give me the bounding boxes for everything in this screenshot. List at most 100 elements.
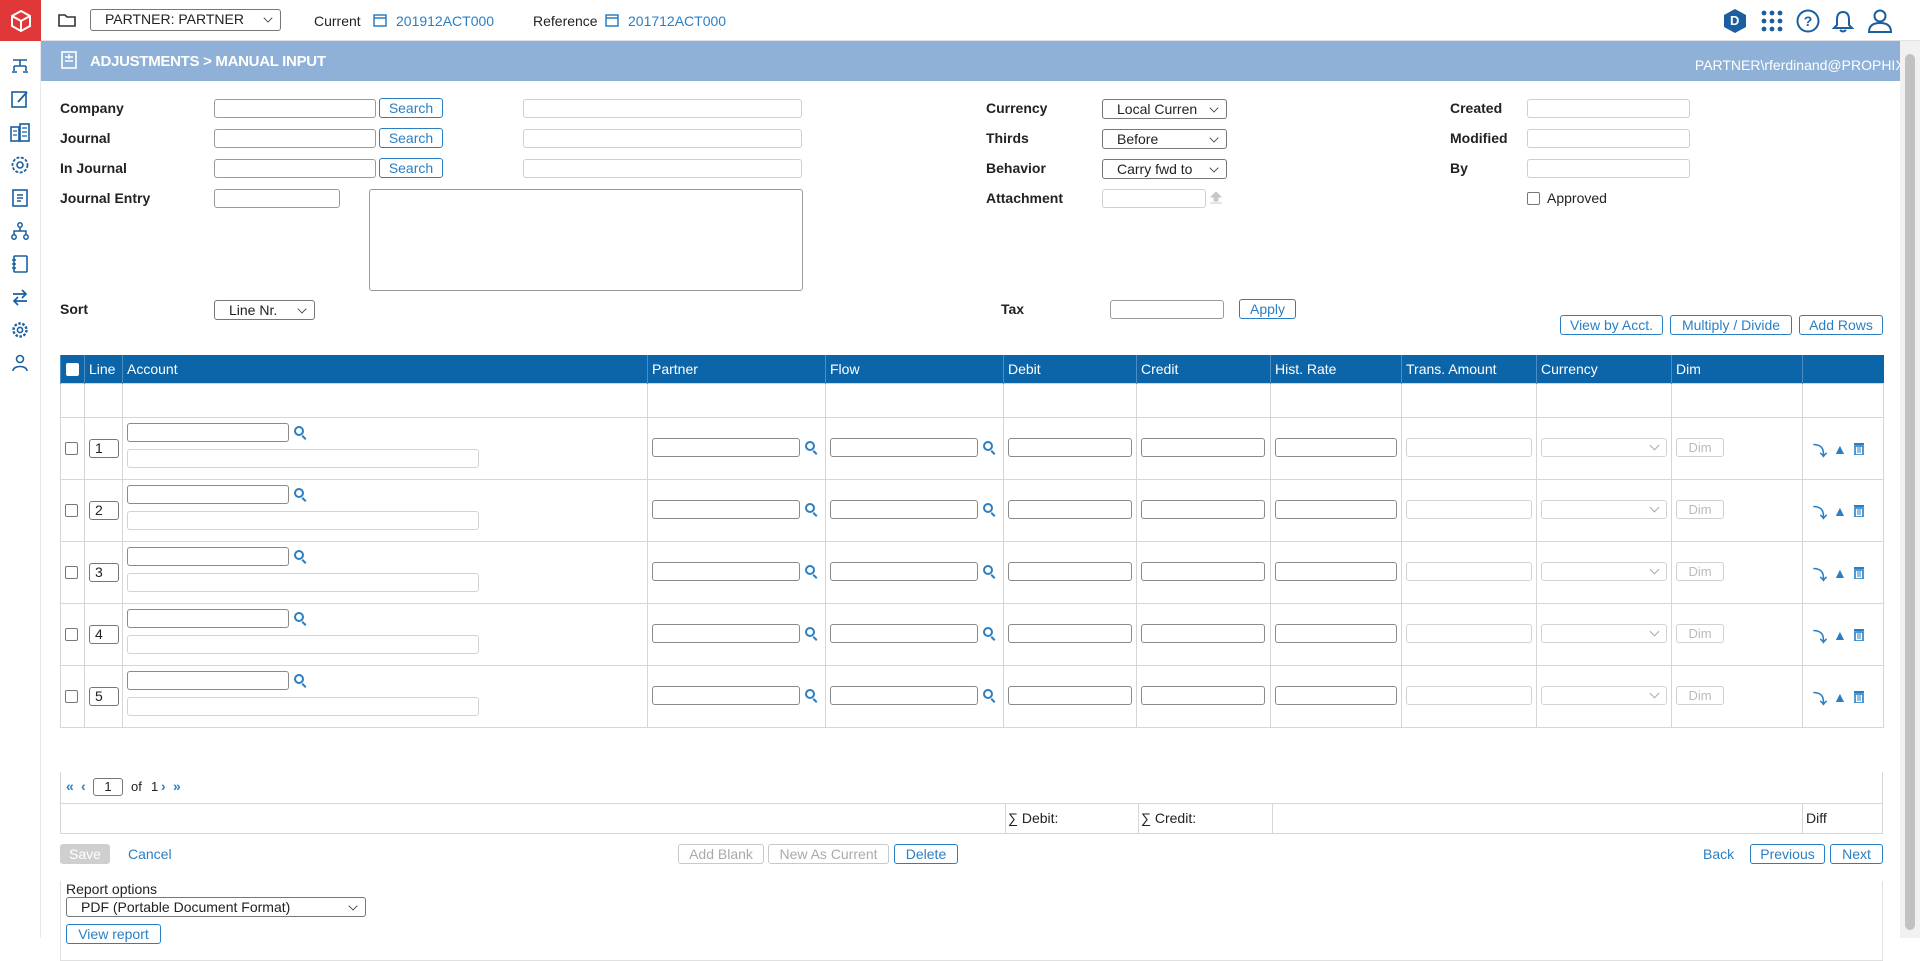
line-number-input[interactable]: 5: [89, 686, 119, 706]
credit-input[interactable]: [1141, 623, 1265, 643]
trash-icon[interactable]: [1853, 627, 1865, 647]
journal-entry-textarea[interactable]: [369, 189, 803, 291]
trans-amount-input[interactable]: [1406, 561, 1532, 581]
debit-input[interactable]: [1008, 685, 1132, 705]
org-chart-icon[interactable]: [9, 220, 31, 242]
buildings-icon[interactable]: [9, 121, 31, 143]
user-settings-icon[interactable]: [9, 352, 31, 374]
line-number-input[interactable]: 3: [89, 562, 119, 582]
in-journal-input[interactable]: [214, 159, 376, 178]
trash-icon[interactable]: [1853, 503, 1865, 523]
move-up-icon[interactable]: ▲: [1833, 441, 1847, 461]
credit-input[interactable]: [1141, 437, 1265, 457]
debit-input[interactable]: [1008, 561, 1132, 581]
page-number-input[interactable]: 1: [93, 778, 123, 796]
currency-select[interactable]: Local Curren: [1102, 99, 1227, 119]
attachment-input[interactable]: [1102, 189, 1206, 208]
prev-page-icon[interactable]: ‹: [81, 778, 86, 794]
journal-icon[interactable]: [9, 187, 31, 209]
flow-input[interactable]: [830, 499, 978, 519]
hierarchy-icon[interactable]: [9, 55, 31, 77]
partner-input[interactable]: [652, 623, 800, 643]
avatar-badge-icon[interactable]: D: [1723, 8, 1747, 34]
search-icon[interactable]: [805, 688, 815, 699]
prophix-logo[interactable]: [0, 0, 41, 41]
trash-icon[interactable]: [1853, 441, 1865, 461]
search-icon[interactable]: [294, 549, 304, 560]
tax-input[interactable]: [1110, 300, 1224, 319]
cancel-link[interactable]: Cancel: [128, 846, 172, 862]
account-input[interactable]: [127, 546, 289, 566]
trash-icon[interactable]: [1853, 565, 1865, 585]
account-input[interactable]: [127, 422, 289, 442]
account-input[interactable]: [127, 484, 289, 504]
debit-input[interactable]: [1008, 437, 1132, 457]
flow-input[interactable]: [830, 437, 978, 457]
search-icon[interactable]: [805, 564, 815, 575]
partner-input[interactable]: [652, 437, 800, 457]
insert-row-icon[interactable]: ⤵: [1813, 689, 1827, 709]
partner-input[interactable]: [652, 561, 800, 581]
debit-input[interactable]: [1008, 499, 1132, 519]
journal-search-button[interactable]: Search: [379, 128, 443, 148]
approved-checkbox[interactable]: [1527, 192, 1540, 205]
currency-dropdown[interactable]: [1541, 685, 1667, 705]
hist-rate-input[interactable]: [1275, 685, 1397, 705]
view-report-button[interactable]: View report: [66, 924, 161, 944]
apps-grid-icon[interactable]: [1760, 9, 1784, 36]
previous-button[interactable]: Previous: [1750, 844, 1825, 864]
apply-button[interactable]: Apply: [1239, 299, 1296, 319]
search-icon[interactable]: [805, 626, 815, 637]
line-number-input[interactable]: 1: [89, 438, 119, 458]
journal-input[interactable]: [214, 129, 376, 148]
company-search-button[interactable]: Search: [379, 98, 443, 118]
view-by-account-button[interactable]: View by Acct.: [1560, 315, 1663, 335]
credit-input[interactable]: [1141, 499, 1265, 519]
search-icon[interactable]: [983, 564, 993, 575]
search-icon[interactable]: [294, 611, 304, 622]
trans-amount-input[interactable]: [1406, 623, 1532, 643]
flow-input[interactable]: [830, 561, 978, 581]
scrollbar-thumb[interactable]: [1905, 54, 1915, 930]
currency-dropdown[interactable]: [1541, 499, 1667, 519]
hist-rate-input[interactable]: [1275, 437, 1397, 457]
dim-button[interactable]: Dim: [1676, 499, 1724, 519]
flow-input[interactable]: [830, 623, 978, 643]
settings-icon[interactable]: [9, 319, 31, 341]
credit-input[interactable]: [1141, 685, 1265, 705]
calendar-icon[interactable]: [373, 13, 387, 30]
search-icon[interactable]: [983, 626, 993, 637]
in-journal-search-button[interactable]: Search: [379, 158, 443, 178]
reference-period-link[interactable]: 201712ACT000: [628, 13, 726, 29]
insert-row-icon[interactable]: ⤵: [1813, 503, 1827, 523]
insert-row-icon[interactable]: ⤵: [1813, 565, 1827, 585]
save-button[interactable]: Save: [60, 844, 110, 864]
insert-row-icon[interactable]: ⤵: [1813, 441, 1827, 461]
company-input[interactable]: [214, 99, 376, 118]
debit-input[interactable]: [1008, 623, 1132, 643]
page-scrollbar[interactable]: [1900, 41, 1920, 938]
row-checkbox[interactable]: [65, 627, 78, 641]
search-icon[interactable]: [983, 502, 993, 513]
bell-icon[interactable]: [1831, 9, 1855, 36]
trans-amount-input[interactable]: [1406, 499, 1532, 519]
dim-button[interactable]: Dim: [1676, 437, 1724, 457]
move-up-icon[interactable]: ▲: [1833, 689, 1847, 709]
add-blank-button[interactable]: Add Blank: [678, 844, 764, 864]
entity-select[interactable]: PARTNER: PARTNER: [90, 9, 281, 31]
first-page-icon[interactable]: «: [66, 778, 74, 794]
notebook-icon[interactable]: [9, 253, 31, 275]
current-period-link[interactable]: 201912ACT000: [396, 13, 494, 29]
search-icon[interactable]: [294, 673, 304, 684]
row-checkbox[interactable]: [65, 689, 78, 703]
search-icon[interactable]: [983, 688, 993, 699]
sort-select[interactable]: Line Nr.: [214, 300, 315, 320]
row-checkbox[interactable]: [65, 503, 78, 517]
search-icon[interactable]: [294, 487, 304, 498]
calendar-icon[interactable]: [605, 13, 619, 30]
credit-input[interactable]: [1141, 561, 1265, 581]
row-checkbox[interactable]: [65, 565, 78, 579]
next-page-icon[interactable]: ›: [161, 778, 166, 794]
dim-button[interactable]: Dim: [1676, 561, 1724, 581]
dim-button[interactable]: Dim: [1676, 685, 1724, 705]
